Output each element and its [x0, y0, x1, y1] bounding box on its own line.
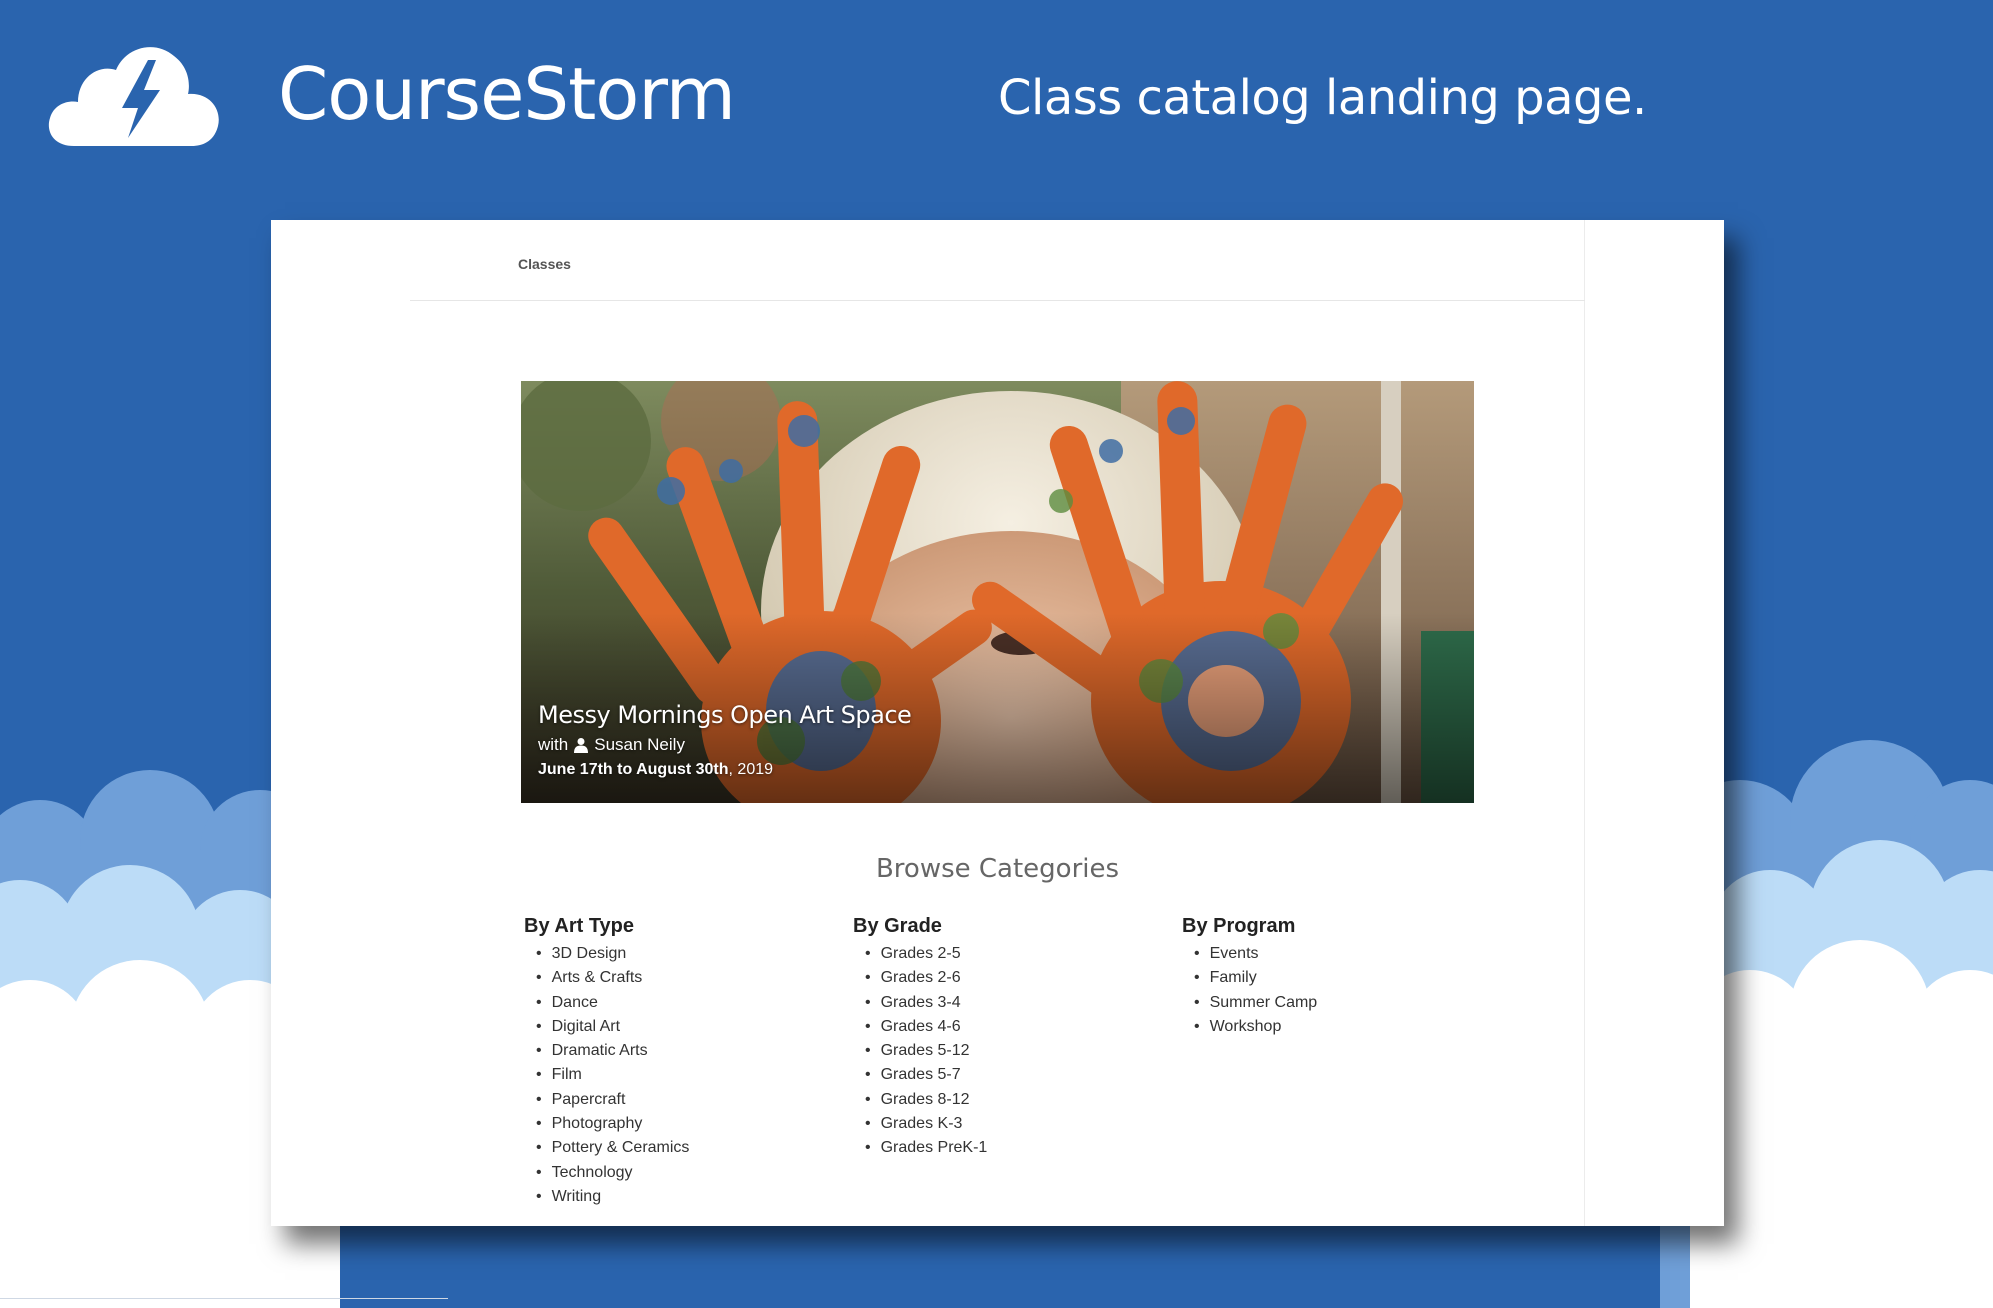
category-link[interactable]: Photography [536, 1112, 824, 1136]
category-link[interactable]: Events [1194, 942, 1482, 966]
category-link[interactable]: Workshop [1194, 1015, 1482, 1039]
category-link[interactable]: Grades 5-7 [865, 1063, 1153, 1087]
hero-caption: Messy Mornings Open Art Space with Susan… [538, 701, 912, 779]
category-list: EventsFamilySummer CampWorkshop [1182, 942, 1482, 1039]
hero-instructor-prefix: with [538, 735, 569, 754]
category-link[interactable]: Grades 4-6 [865, 1015, 1153, 1039]
category-column-program: By Program EventsFamilySummer CampWorksh… [1182, 915, 1482, 1039]
category-link[interactable]: Summer Camp [1194, 991, 1482, 1015]
nav-divider [410, 300, 1585, 301]
category-link[interactable]: Dramatic Arts [536, 1039, 824, 1063]
category-link[interactable]: Digital Art [536, 1015, 824, 1039]
category-heading: By Art Type [524, 915, 635, 937]
category-link[interactable]: Grades 2-5 [865, 942, 1153, 966]
brand-name: CourseStorm [278, 52, 736, 136]
coursestorm-logo-icon [48, 47, 219, 146]
hero-instructor-name: Susan Neily [594, 735, 685, 754]
category-link[interactable]: Arts & Crafts [536, 966, 824, 990]
category-link[interactable]: Grades K-3 [865, 1112, 1153, 1136]
category-link[interactable]: Grades 5-12 [865, 1039, 1153, 1063]
category-heading: By Grade [853, 915, 942, 937]
category-link[interactable]: Grades 2-6 [865, 966, 1153, 990]
category-link[interactable]: Family [1194, 966, 1482, 990]
person-icon [574, 738, 589, 753]
category-link[interactable]: Papercraft [536, 1088, 824, 1112]
category-link[interactable]: Writing [536, 1185, 824, 1209]
category-link[interactable]: 3D Design [536, 942, 824, 966]
category-link[interactable]: Pottery & Ceramics [536, 1136, 824, 1160]
featured-class-hero[interactable]: Messy Mornings Open Art Space with Susan… [521, 381, 1474, 803]
category-link[interactable]: Grades PreK-1 [865, 1136, 1153, 1160]
category-list: 3D DesignArts & CraftsDanceDigital ArtDr… [524, 942, 824, 1209]
category-heading: By Program [1182, 915, 1296, 937]
category-link[interactable]: Technology [536, 1161, 824, 1185]
category-link[interactable]: Grades 3-4 [865, 991, 1153, 1015]
hero-dates: June 17th to August 30th, 2019 [538, 761, 911, 779]
hero-dates-year: , 2019 [728, 761, 774, 778]
category-link[interactable]: Film [536, 1063, 824, 1087]
catalog-screenshot: Classes Messy Mornings Open Art Space wi… [271, 220, 1724, 1226]
browse-categories-title: Browse Categories [875, 854, 1120, 884]
tagline: Class catalog landing page. [998, 70, 1647, 126]
hero-dates-range: June 17th to August 30th [538, 761, 729, 778]
content-border [1584, 220, 1585, 1226]
category-list: Grades 2-5Grades 2-6Grades 3-4Grades 4-6… [853, 942, 1153, 1161]
category-link[interactable]: Grades 8-12 [865, 1088, 1153, 1112]
category-link[interactable]: Dance [536, 991, 824, 1015]
nav-classes-link[interactable]: Classes [518, 256, 571, 272]
bottom-divider [0, 1298, 448, 1299]
category-column-grade: By Grade Grades 2-5Grades 2-6Grades 3-4G… [853, 915, 1153, 1161]
category-column-art-type: By Art Type 3D DesignArts & CraftsDanceD… [524, 915, 824, 1209]
hero-instructor: with Susan Neily [538, 735, 911, 755]
hero-class-title[interactable]: Messy Mornings Open Art Space [538, 701, 912, 729]
